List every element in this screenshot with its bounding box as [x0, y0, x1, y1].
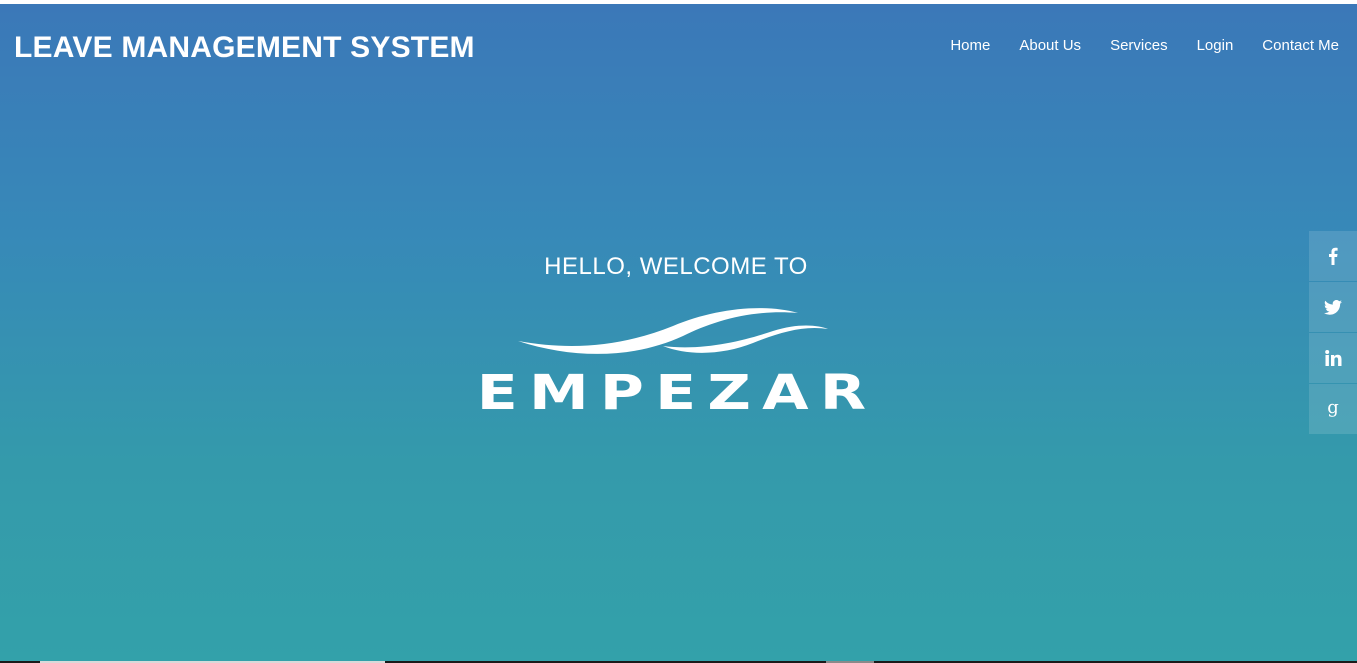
linkedin-button[interactable]	[1309, 333, 1357, 383]
svg-text:g: g	[1327, 399, 1339, 418]
main-nav: Home About Us Services Login Contact Me	[950, 37, 1339, 54]
logo-swoosh-icon	[518, 308, 828, 354]
nav-about-us[interactable]: About Us	[1019, 37, 1081, 54]
nav-services[interactable]: Services	[1110, 37, 1168, 54]
twitter-icon	[1324, 299, 1342, 315]
logo-wordmark: EMPEZAR	[476, 365, 878, 421]
hero-section: LEAVE MANAGEMENT SYSTEM Home About Us Se…	[0, 4, 1357, 661]
nav-home[interactable]: Home	[950, 37, 990, 54]
empezar-logo: EMPEZAR	[443, 301, 911, 423]
nav-contact-me[interactable]: Contact Me	[1262, 37, 1339, 54]
facebook-icon	[1329, 247, 1338, 265]
nav-login[interactable]: Login	[1197, 37, 1234, 54]
facebook-button[interactable]	[1309, 231, 1357, 281]
hero-greeting: HELLO, WELCOME TO	[544, 253, 808, 280]
google-icon: g	[1327, 399, 1339, 418]
social-sidebar: g	[1309, 231, 1357, 435]
google-button[interactable]: g	[1309, 384, 1357, 434]
linkedin-icon	[1324, 350, 1341, 366]
site-brand[interactable]: LEAVE MANAGEMENT SYSTEM	[14, 31, 475, 65]
twitter-button[interactable]	[1309, 282, 1357, 332]
